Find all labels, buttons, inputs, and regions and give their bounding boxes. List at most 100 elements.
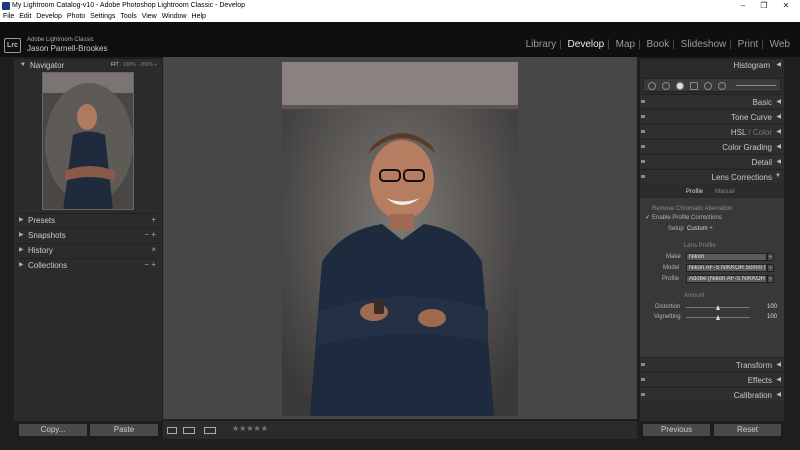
module-library[interactable]: Library — [526, 39, 557, 50]
copy-button[interactable]: Copy... — [18, 423, 88, 437]
add-preset-button[interactable]: + — [151, 215, 156, 224]
navigator-header[interactable]: ▼ Navigator FIT · 100% · 200% ÷ — [18, 60, 158, 70]
effects-panel-header[interactable]: Effects ◀ — [640, 372, 784, 386]
profile-tab[interactable]: Profile — [686, 189, 703, 195]
spot-removal-icon[interactable] — [662, 82, 670, 90]
menu-view[interactable]: View — [142, 12, 157, 22]
transform-panel-header[interactable]: Transform ◀ — [640, 357, 784, 371]
paste-button[interactable]: Paste — [89, 423, 159, 437]
menu-window[interactable]: Window — [162, 12, 187, 22]
lens-corrections-panel-header[interactable]: Lens Corrections ▼ — [640, 169, 784, 183]
setup-label: Setup — [668, 226, 684, 232]
minimize-button[interactable]: – — [736, 1, 750, 11]
module-print[interactable]: Print — [738, 39, 759, 50]
zoom-fit[interactable]: FIT — [111, 62, 118, 68]
module-map[interactable]: Map — [616, 39, 635, 50]
rating-stars[interactable]: ★★★★★ — [232, 424, 268, 433]
before-after-icon[interactable] — [183, 427, 195, 434]
panel-toggle-icon[interactable] — [641, 160, 645, 163]
snapshots-label: Snapshots — [28, 231, 66, 240]
panel-toggle-icon[interactable] — [641, 145, 645, 148]
tone-curve-panel-header[interactable]: Tone Curve ◀ — [640, 109, 784, 123]
tone-curve-label: Tone Curve — [731, 113, 772, 122]
before-after-split-icon[interactable] — [204, 427, 216, 434]
panel-toggle-icon[interactable] — [641, 378, 645, 381]
module-develop[interactable]: Develop — [568, 39, 605, 50]
lrc-logo: Lrc — [4, 38, 21, 53]
history-panel-header[interactable]: ▶ History × — [18, 243, 158, 257]
profile-dropdown[interactable]: Adobe (Nikon AF-S NIKKOR 5... — [686, 275, 767, 283]
color-grading-panel-header[interactable]: Color Grading ◀ — [640, 139, 784, 153]
menu-tools[interactable]: Tools — [120, 12, 136, 22]
restore-button[interactable]: ❐ — [757, 1, 771, 11]
make-dropdown[interactable]: Nikon — [686, 253, 767, 261]
panel-toggle-icon[interactable] — [641, 393, 645, 396]
app-name: Adobe Lightroom Classic — [27, 37, 94, 43]
calibration-panel-header[interactable]: Calibration ◀ — [640, 387, 784, 401]
collapse-triangle-icon[interactable]: ◀ — [776, 61, 781, 68]
menu-settings[interactable]: Settings — [90, 12, 115, 22]
panel-toggle-icon[interactable] — [641, 130, 645, 133]
model-label: Model — [663, 265, 680, 271]
menu-photo[interactable]: Photo — [67, 12, 85, 22]
distortion-value[interactable]: 100 — [767, 304, 777, 310]
window-title: My Lightroom Catalog-v10 - Adobe Photosh… — [12, 2, 246, 9]
dropdown-arrow-icon[interactable]: ÷ — [767, 264, 774, 272]
model-dropdown[interactable]: Nikon AF-S NIKKOR 50mm f/1. — [686, 264, 767, 272]
hsl-color-panel-header[interactable]: HSL / Color ◀ — [640, 124, 784, 138]
reset-button[interactable]: Reset — [713, 423, 782, 437]
detail-panel-header[interactable]: Detail ◀ — [640, 154, 784, 168]
panel-toggle-icon[interactable] — [641, 363, 645, 366]
panel-toggle-icon[interactable] — [641, 175, 645, 178]
presets-label: Presets — [28, 216, 56, 225]
snapshot-controls[interactable]: − + — [144, 230, 156, 239]
clear-history-button[interactable]: × — [151, 245, 156, 254]
expand-triangle-icon: ▶ — [19, 247, 24, 253]
setup-dropdown[interactable]: Custom ÷ — [687, 226, 713, 232]
close-button[interactable]: ✕ — [779, 1, 793, 11]
expand-triangle-icon: ▶ — [19, 262, 24, 268]
remove-ca-label[interactable]: Remove Chromatic Aberration — [652, 206, 732, 212]
menu-develop[interactable]: Develop — [36, 12, 62, 22]
menu-edit[interactable]: Edit — [19, 12, 31, 22]
zoom-100[interactable]: 100% — [123, 62, 136, 68]
basic-panel-header[interactable]: Basic ◀ — [640, 94, 784, 108]
graduated-filter-icon[interactable] — [690, 82, 698, 90]
histogram-header[interactable]: Histogram ◀ — [640, 60, 784, 72]
red-eye-icon[interactable] — [676, 82, 684, 90]
collapse-triangle-icon: ◀ — [776, 392, 781, 398]
main-photo[interactable] — [282, 62, 518, 416]
enable-profile-checkbox[interactable]: ✓ — [645, 214, 650, 221]
expand-triangle-icon: ▼ — [775, 173, 781, 179]
module-book[interactable]: Book — [646, 39, 669, 50]
loupe-view-icon[interactable] — [167, 427, 177, 434]
presets-panel-header[interactable]: ▶ Presets + — [18, 213, 158, 227]
menu-help[interactable]: Help — [192, 12, 206, 22]
make-label: Make — [666, 254, 681, 260]
radial-filter-icon[interactable] — [704, 82, 712, 90]
module-web[interactable]: Web — [770, 39, 790, 50]
color-tab[interactable]: Color — [753, 128, 772, 137]
snapshots-panel-header[interactable]: ▶ Snapshots − + — [18, 228, 158, 242]
navigator-thumbnail[interactable] — [42, 72, 134, 210]
module-slideshow[interactable]: Slideshow — [681, 39, 727, 50]
collections-panel-header[interactable]: ▶ Collections − + — [18, 258, 158, 272]
hsl-tab[interactable]: HSL — [731, 128, 746, 137]
menu-file[interactable]: File — [3, 12, 14, 22]
collapse-triangle-icon[interactable]: ▼ — [20, 60, 26, 70]
adjustment-brush-icon[interactable] — [718, 82, 726, 90]
collection-controls[interactable]: − + — [144, 260, 156, 269]
zoom-200[interactable]: 200% — [140, 62, 153, 68]
vignetting-value[interactable]: 100 — [767, 314, 777, 320]
crop-tool-icon[interactable] — [648, 82, 656, 90]
brush-size-slider[interactable] — [736, 85, 776, 86]
dropdown-arrow-icon[interactable]: ÷ — [767, 253, 774, 261]
user-name: Jason Parnell-Brookes — [27, 44, 108, 53]
app-icon — [2, 2, 10, 10]
previous-button[interactable]: Previous — [642, 423, 711, 437]
manual-tab[interactable]: Manual — [715, 189, 735, 195]
panel-toggle-icon[interactable] — [641, 115, 645, 118]
enable-profile-label[interactable]: Enable Profile Corrections — [652, 215, 722, 221]
panel-toggle-icon[interactable] — [641, 100, 645, 103]
dropdown-arrow-icon[interactable]: ÷ — [767, 275, 774, 283]
